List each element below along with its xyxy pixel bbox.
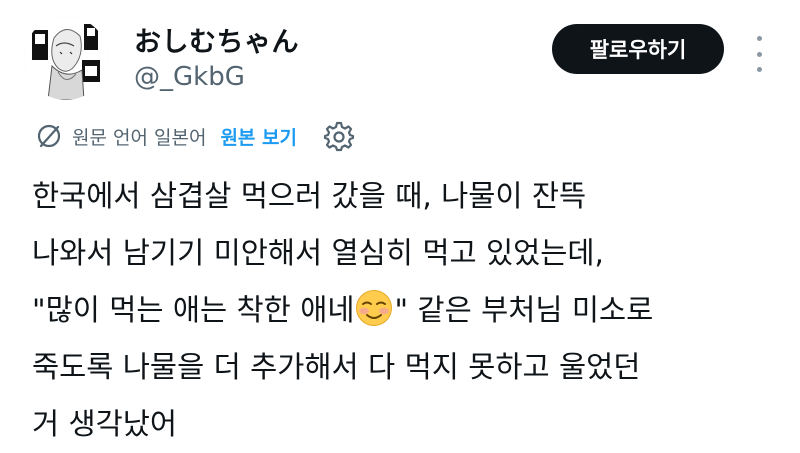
avatar-image bbox=[24, 16, 108, 100]
follow-button[interactable]: 팔로우하기 bbox=[552, 24, 724, 74]
tweet-line: 죽도록 나물을 더 추가해서 다 먹지 못하고 울었던 bbox=[32, 350, 641, 384]
source-language-label: 원문 언어 일본어 bbox=[72, 126, 207, 149]
more-vertical-icon bbox=[756, 36, 762, 41]
gear-icon[interactable] bbox=[323, 120, 355, 152]
translate-icon bbox=[37, 124, 61, 148]
user-display-name[interactable]: おしむちゃん bbox=[134, 20, 299, 59]
tweet-line-part: "많이 먹는 애는 착한 애네 bbox=[32, 293, 355, 327]
tweet-line-part: " 같은 부처님 미소로 bbox=[394, 293, 654, 327]
tweet-line: 나와서 남기기 미안해서 열심히 먹고 있었는데, bbox=[32, 236, 604, 270]
show-original-link[interactable]: 원본 보기 bbox=[220, 123, 297, 150]
avatar[interactable] bbox=[24, 16, 108, 100]
smiling-face-emoji bbox=[356, 290, 393, 326]
tweet-line: 거 생각났어 bbox=[32, 407, 178, 441]
tweet-line: 한국에서 삼겹살 먹으러 갔을 때, 나물이 잔뜩 bbox=[32, 179, 587, 213]
translation-bar: 원문 언어 일본어 원본 보기 bbox=[36, 120, 355, 152]
user-handle[interactable]: @_GkbG bbox=[134, 62, 245, 92]
more-options-button[interactable] bbox=[749, 34, 769, 74]
tweet-text: 한국에서 삼겹살 먹으러 갔을 때, 나물이 잔뜩 나와서 남기기 미안해서 열… bbox=[32, 168, 772, 453]
tweet-line: "많이 먹는 애는 착한 애네 " 같은 부처님 미소로 bbox=[32, 282, 772, 339]
